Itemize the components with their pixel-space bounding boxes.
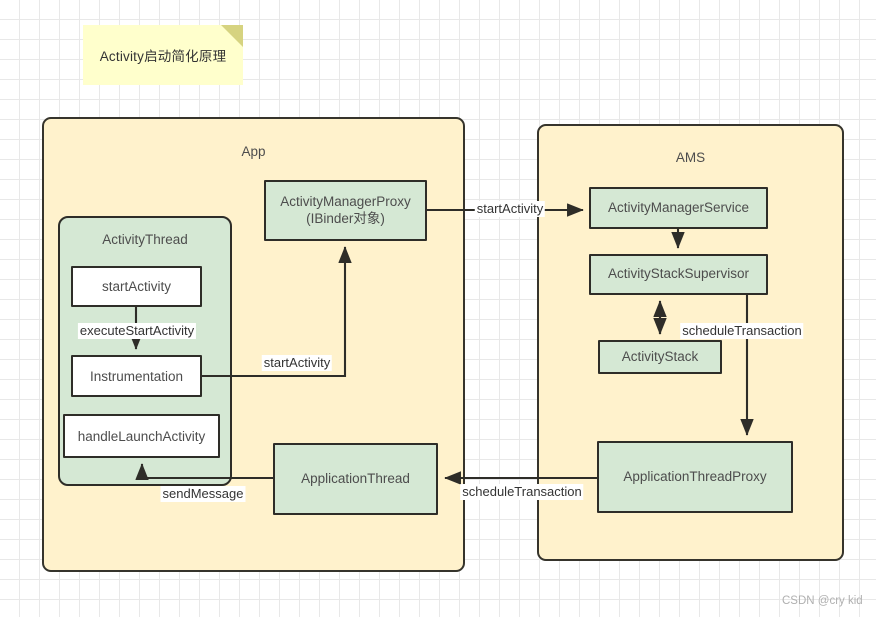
edge-label-schedule-transaction-ams: scheduleTransaction: [680, 323, 804, 339]
activity-thread-title: ActivityThread: [102, 232, 188, 247]
activity-stack-label: ActivityStack: [621, 348, 699, 364]
edge-label-send-message: sendMessage: [160, 486, 246, 502]
node-activity-stack: ActivityStack: [598, 340, 722, 374]
activity-stack-supervisor-label: ActivityStackSupervisor: [607, 266, 750, 282]
method-start-activity: startActivity: [71, 266, 202, 307]
edge-label-schedule-transaction-back: scheduleTransaction: [460, 484, 584, 500]
diagram-canvas: Activity启动简化原理 App ActivityThread startA…: [0, 0, 876, 617]
application-thread-label: ApplicationThread: [301, 470, 410, 486]
method-instrumentation: Instrumentation: [71, 355, 202, 397]
node-application-thread-proxy: ApplicationThreadProxy: [597, 441, 793, 513]
watermark-csdn: CSDN @cry kid: [782, 595, 863, 607]
sticky-note-text: Activity启动简化原理: [99, 49, 227, 64]
edge-label-start-activity-to-service: startActivity: [474, 201, 546, 217]
method-handle-launch-activity: handleLaunchActivity: [63, 414, 220, 458]
activity-manager-proxy-line2: (IBinder对象): [306, 210, 385, 226]
method-instrumentation-label: Instrumentation: [89, 368, 184, 384]
note-fold-corner: [221, 25, 243, 47]
edge-label-start-activity-across: startActivity: [261, 355, 333, 371]
activity-manager-service-label: ActivityManagerService: [607, 199, 750, 215]
app-container-title: App: [241, 144, 266, 159]
sticky-note: Activity启动简化原理: [83, 25, 243, 85]
activity-manager-proxy-line1: ActivityManagerProxy: [280, 194, 411, 210]
method-handle-launch-activity-label: handleLaunchActivity: [77, 428, 206, 444]
node-activity-manager-service: ActivityManagerService: [589, 187, 768, 229]
method-start-activity-label: startActivity: [101, 279, 171, 294]
application-thread-proxy-label: ApplicationThreadProxy: [623, 468, 767, 484]
node-activity-manager-proxy: ActivityManagerProxy (IBinder对象): [264, 180, 427, 241]
edge-label-execute-start-activity: executeStartActivity: [77, 323, 197, 339]
node-activity-stack-supervisor: ActivityStackSupervisor: [589, 254, 768, 295]
ams-container-title: AMS: [675, 150, 706, 165]
node-application-thread: ApplicationThread: [273, 443, 438, 515]
